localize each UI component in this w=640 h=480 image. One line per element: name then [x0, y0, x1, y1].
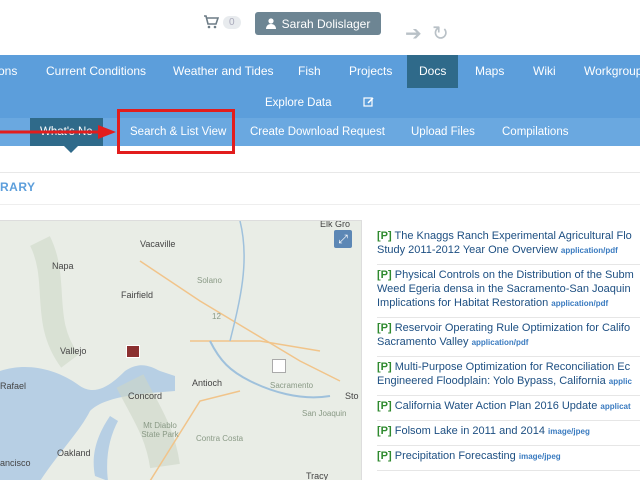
result-title[interactable]: Folsom Lake in 2011 and 2014	[395, 425, 545, 437]
map-marker-pdf[interactable]	[126, 345, 140, 358]
map-label: Fairfield	[121, 290, 154, 300]
tab-compilations[interactable]: Compilations	[502, 118, 568, 146]
user-icon	[265, 18, 276, 29]
list-item[interactable]: [P] Reservoir Operating Rule Optimizatio…	[377, 318, 640, 357]
result-title[interactable]: Multi-Purpose Optimization for Reconcili…	[395, 361, 630, 373]
result-mime: application/pdf	[560, 246, 618, 255]
result-mime: image/jpeg	[548, 427, 590, 436]
map-label: Mt Diablo State Park	[141, 421, 179, 439]
refresh-icon[interactable]: ↻	[432, 24, 449, 44]
map-view[interactable]: Vacaville Napa Fairfield Vallejo Rafael …	[0, 220, 362, 480]
explore-data-link[interactable]: Explore Data	[265, 88, 331, 118]
result-title[interactable]: Precipitation Forecasting	[395, 450, 516, 462]
main-navigation: ons Current Conditions Weather and Tides…	[0, 55, 640, 88]
annotation-highlight-box	[117, 109, 235, 154]
nav-item-current-conditions[interactable]: Current Conditions	[46, 55, 146, 88]
map-label: Tracy	[306, 471, 329, 480]
result-mime: applic	[608, 377, 632, 386]
tab-create-download-request[interactable]: Create Download Request	[250, 118, 385, 146]
map-canvas	[0, 221, 341, 480]
nav-item-fish[interactable]: Fish	[298, 55, 321, 88]
result-title[interactable]: The Knaggs Ranch Experimental Agricultur…	[395, 230, 632, 242]
map-label: Sacramento	[270, 381, 314, 390]
map-label: Contra Costa	[196, 434, 244, 443]
map-label: Napa	[52, 261, 74, 271]
list-item[interactable]: [P] Multi-Purpose Optimization for Recon…	[377, 357, 640, 396]
map-label: Vallejo	[60, 346, 87, 356]
result-title[interactable]: Reservoir Operating Rule Optimization fo…	[395, 322, 630, 334]
nav-item-maps[interactable]: Maps	[475, 55, 504, 88]
map-label: Vacaville	[140, 239, 176, 249]
map-label: Antioch	[192, 378, 223, 388]
secondary-navigation: Explore Data	[0, 88, 640, 118]
nav-item-partial[interactable]: ons	[0, 55, 17, 88]
section-title: RARY	[0, 180, 36, 194]
map-label: Rafael	[0, 381, 27, 391]
map-label: San Joaquin	[302, 409, 347, 418]
map-marker-document[interactable]	[272, 359, 286, 373]
list-item[interactable]: [P] Precipitation Forecasting image/jpeg	[377, 446, 640, 471]
map-label: Sto	[345, 391, 359, 401]
edit-icon[interactable]	[363, 96, 375, 108]
shopping-cart-icon	[204, 15, 219, 29]
nav-item-projects[interactable]: Projects	[349, 55, 392, 88]
nav-item-workgroups[interactable]: Workgroup	[584, 55, 640, 88]
divider	[0, 204, 640, 205]
result-title[interactable]: Physical Controls on the Distribution of…	[395, 269, 634, 281]
result-mime: application/pdf	[551, 299, 609, 308]
document-results-list: [P] The Knaggs Ranch Experimental Agricu…	[377, 226, 640, 471]
nav-item-wiki[interactable]: Wiki	[533, 55, 556, 88]
cart-button[interactable]: 0	[203, 15, 241, 29]
list-item[interactable]: [P] Physical Controls on the Distributio…	[377, 265, 640, 318]
tab-upload-files[interactable]: Upload Files	[411, 118, 475, 146]
list-item[interactable]: [P] California Water Action Plan 2016 Up…	[377, 396, 640, 421]
back-arrow-icon[interactable]: ➔	[405, 24, 422, 44]
map-label: ancisco	[0, 458, 31, 468]
map-label: 12	[212, 312, 221, 321]
result-title[interactable]: California Water Action Plan 2016 Update	[395, 400, 598, 412]
nav-item-docs[interactable]: Docs	[407, 55, 459, 88]
list-item[interactable]: [P] The Knaggs Ranch Experimental Agricu…	[377, 226, 640, 265]
nav-item-weather-tides[interactable]: Weather and Tides	[173, 55, 274, 88]
map-label: Oakland	[57, 448, 91, 458]
expand-map-icon[interactable]: ⤢	[334, 230, 352, 248]
user-name: Sarah Dolislager	[281, 16, 371, 31]
list-item[interactable]: [P] Folsom Lake in 2011 and 2014 image/j…	[377, 421, 640, 446]
annotation-arrow	[0, 125, 116, 139]
result-mime: image/jpeg	[518, 452, 561, 461]
map-label: Solano	[197, 276, 222, 285]
active-tab-caret	[64, 146, 78, 153]
map-label: Elk Gro	[320, 220, 351, 229]
result-mime: application/pdf	[471, 338, 529, 347]
cart-count-badge: 0	[223, 15, 241, 29]
result-mime: applicat	[600, 402, 631, 411]
user-menu-button[interactable]: Sarah Dolislager	[255, 12, 381, 35]
divider	[0, 172, 640, 173]
map-label: Concord	[128, 391, 163, 401]
